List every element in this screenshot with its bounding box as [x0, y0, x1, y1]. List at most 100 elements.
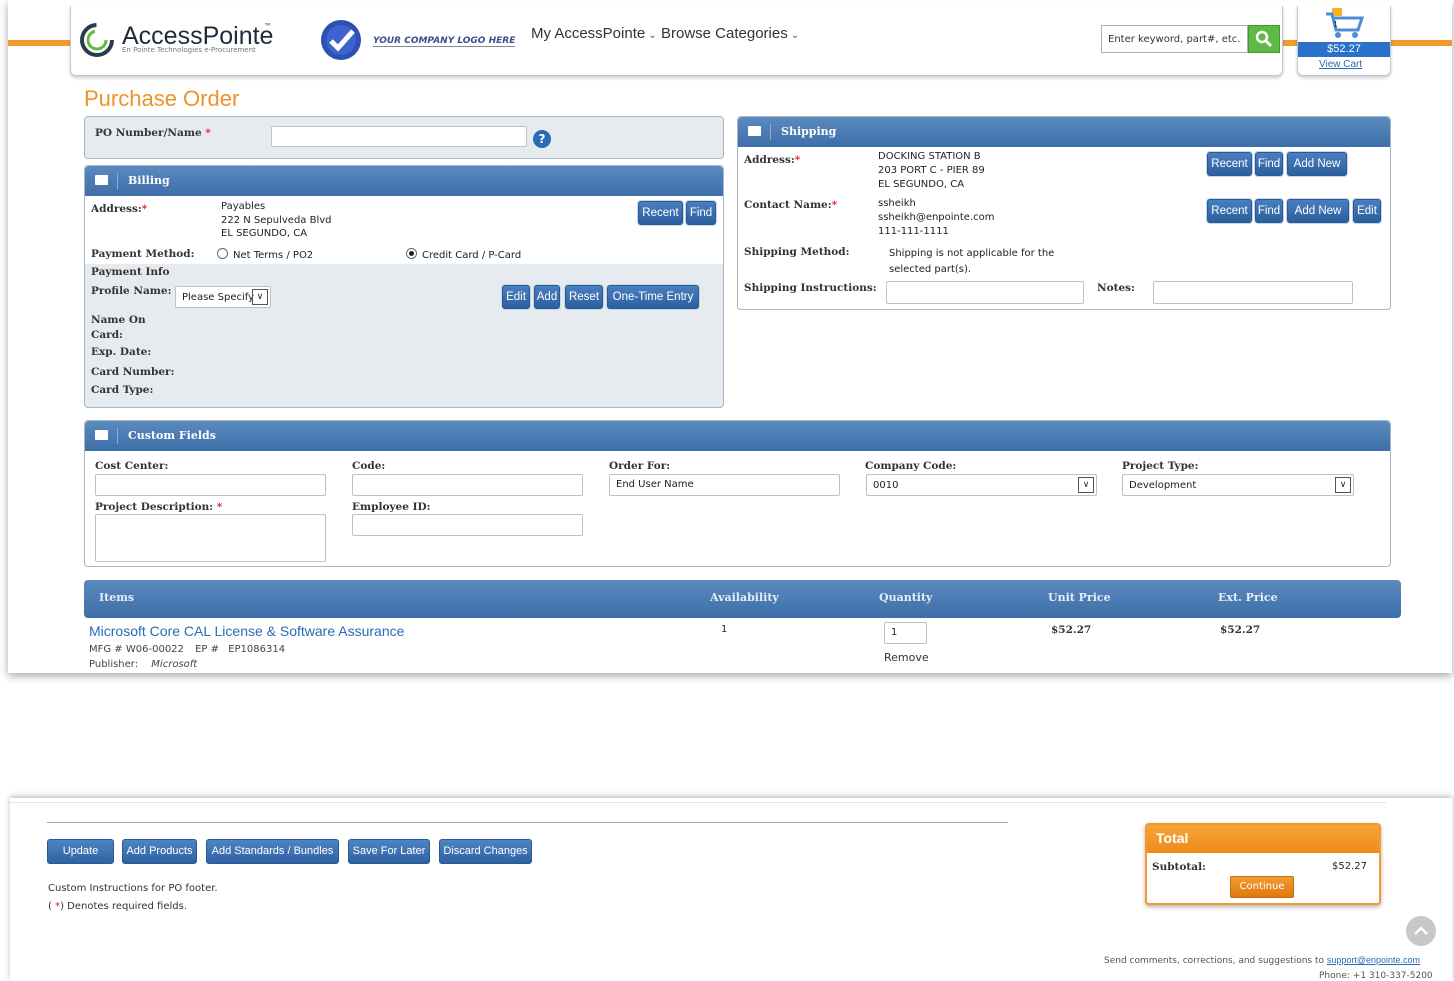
billing-address-line: Payables — [221, 201, 266, 212]
add-standards-bundles-button[interactable]: Add Standards / Bundles — [206, 839, 339, 864]
purchase-order-view: AccessPointe ™ En Pointe Technologies e-… — [8, 0, 1452, 673]
project-type-select[interactable]: Development ∨ — [1122, 474, 1354, 496]
nav-browse-categories[interactable]: Browse Categories ⌄ — [661, 25, 799, 42]
shipping-address-find-button[interactable]: Find — [1255, 152, 1283, 176]
shipping-instructions-label: Shipping Instructions: — [744, 282, 877, 294]
payment-one-time-entry-button[interactable]: One-Time Entry — [607, 285, 699, 309]
contact-recent-button[interactable]: Recent — [1207, 199, 1252, 223]
items-table-header: Items Availability Quantity Unit Price E… — [84, 580, 1401, 618]
support-email-link[interactable]: support@enpointe.com — [1327, 955, 1420, 965]
company-code-value: 0010 — [873, 480, 899, 491]
profile-name-select[interactable]: Please Specify ∨ — [175, 286, 271, 308]
shipping-method-text: Shipping is not applicable for the selec… — [889, 248, 1055, 275]
shipping-instructions-input[interactable] — [886, 281, 1084, 304]
total-box: Total Subtotal: $52.27 Continue — [1145, 823, 1381, 905]
remove-link[interactable]: Remove — [884, 651, 929, 664]
shipping-method-label: Shipping Method: — [744, 246, 850, 258]
contact-add-new-button[interactable]: Add New — [1287, 199, 1349, 223]
po-number-panel: PO Number/Name * ? — [84, 116, 724, 159]
mfg-label: MFG # — [89, 644, 123, 655]
radio-icon[interactable] — [217, 248, 228, 259]
shipping-address-line: DOCKING STATION B — [878, 151, 981, 162]
continue-button[interactable]: Continue — [1230, 876, 1294, 898]
cart-widget[interactable]: 1 $52.27 View Cart — [1297, 6, 1391, 76]
required-mark: * — [216, 501, 223, 513]
card-number-label: Card Number: — [91, 366, 175, 378]
card-type-label: Card Type: — [91, 384, 154, 396]
payment-option-label: Credit Card / P-Card — [422, 250, 522, 261]
shipping-address-add-new-button[interactable]: Add New — [1287, 152, 1347, 176]
notes-input[interactable] — [1153, 281, 1353, 304]
employee-id-input[interactable] — [352, 514, 583, 536]
total-title: Total — [1147, 825, 1379, 853]
view-cart-link[interactable]: View Cart — [1319, 59, 1362, 70]
availability-col-header: Availability — [710, 591, 779, 604]
scroll-to-top-icon[interactable] — [1406, 916, 1436, 946]
po-number-label-text: PO Number/Name — [95, 127, 202, 139]
notes-label: Notes: — [1097, 282, 1135, 294]
project-description-textarea[interactable] — [95, 514, 326, 562]
search-input[interactable]: Enter keyword, part#, etc. — [1101, 25, 1248, 53]
mfg-value: W06-00022 — [125, 644, 184, 655]
contact-line: 111-111-1111 — [878, 226, 949, 237]
code-label: Code: — [352, 460, 386, 472]
contact-find-button[interactable]: Find — [1255, 199, 1283, 223]
payment-option-net-terms[interactable]: Net Terms / PO2 — [217, 248, 313, 261]
feedback-text: Send comments, corrections, and suggesti… — [1104, 955, 1420, 966]
shipping-address-value: DOCKING STATION B 203 PORT C - PIER 89 E… — [878, 150, 985, 192]
chevron-down-icon: ⌄ — [790, 30, 800, 41]
payment-option-credit-card[interactable]: Credit Card / P-Card — [406, 248, 521, 261]
chevron-down-icon: ⌄ — [648, 30, 657, 41]
project-type-label: Project Type: — [1122, 460, 1199, 472]
shipping-address-recent-button[interactable]: Recent — [1207, 152, 1252, 176]
publisher-value: Microsoft — [151, 659, 198, 670]
billing-address-label: Address:* — [91, 203, 147, 215]
payment-add-button[interactable]: Add — [534, 285, 560, 309]
nav-my-accesspointe[interactable]: My AccessPointe ⌄ — [531, 25, 657, 42]
cost-center-input[interactable] — [95, 474, 326, 496]
custom-fields-panel: Custom Fields Cost Center: Code: Order F… — [84, 420, 1391, 567]
billing-panel: Billing Address:* Payables 222 N Sepulve… — [84, 165, 724, 408]
contact-line: ssheikh@enpointe.com — [878, 212, 995, 223]
billing-title: Billing — [128, 174, 170, 187]
panel-toggle-icon[interactable] — [95, 175, 108, 185]
quantity-input[interactable]: 1 — [884, 622, 927, 644]
chevron-down-icon: ∨ — [252, 289, 268, 305]
payment-option-label: Net Terms / PO2 — [233, 250, 314, 261]
accesspointe-logo-icon[interactable] — [79, 22, 115, 58]
order-for-input[interactable]: End User Name — [609, 474, 840, 496]
required-note-suffix: ) Denotes required fields. — [60, 901, 187, 912]
billing-recent-button[interactable]: Recent — [638, 201, 683, 225]
required-mark: * — [831, 199, 838, 211]
profile-name-label: Profile Name: — [91, 285, 172, 297]
update-button[interactable]: Update — [47, 839, 114, 864]
radio-selected-icon[interactable] — [406, 248, 417, 259]
panel-toggle-icon[interactable] — [748, 126, 761, 136]
billing-find-button[interactable]: Find — [686, 201, 716, 225]
chevron-down-icon: ∨ — [1078, 477, 1094, 493]
add-products-button[interactable]: Add Products — [122, 839, 197, 864]
ep-label: EP # — [195, 644, 220, 655]
payment-edit-button[interactable]: Edit — [502, 285, 530, 309]
search-button[interactable] — [1248, 25, 1280, 53]
search-placeholder: Enter keyword, part#, etc. — [1108, 34, 1241, 45]
shipping-address-label: Address:* — [744, 154, 800, 166]
company-code-select[interactable]: 0010 ∨ — [866, 474, 1097, 496]
panel-toggle-icon[interactable] — [95, 430, 108, 440]
help-icon[interactable]: ? — [533, 130, 551, 148]
save-for-later-button[interactable]: Save For Later — [348, 839, 430, 864]
project-type-value: Development — [1129, 480, 1197, 491]
po-number-input[interactable] — [271, 126, 527, 147]
name-on-card-label: Name On Card: — [91, 314, 146, 341]
contact-edit-button[interactable]: Edit — [1353, 199, 1381, 223]
item-name-link[interactable]: Microsoft Core CAL License & Software As… — [89, 623, 404, 639]
shopping-cart-icon[interactable] — [1324, 8, 1365, 40]
company-logo-icon — [319, 18, 363, 62]
logo-trademark: ™ — [264, 22, 272, 31]
payment-reset-button[interactable]: Reset — [565, 285, 603, 309]
po-number-label: PO Number/Name * — [95, 127, 211, 139]
page-title: Purchase Order — [84, 86, 240, 111]
code-input[interactable] — [352, 474, 583, 496]
subtotal-label: Subtotal: — [1152, 861, 1206, 873]
discard-changes-button[interactable]: Discard Changes — [439, 839, 532, 864]
